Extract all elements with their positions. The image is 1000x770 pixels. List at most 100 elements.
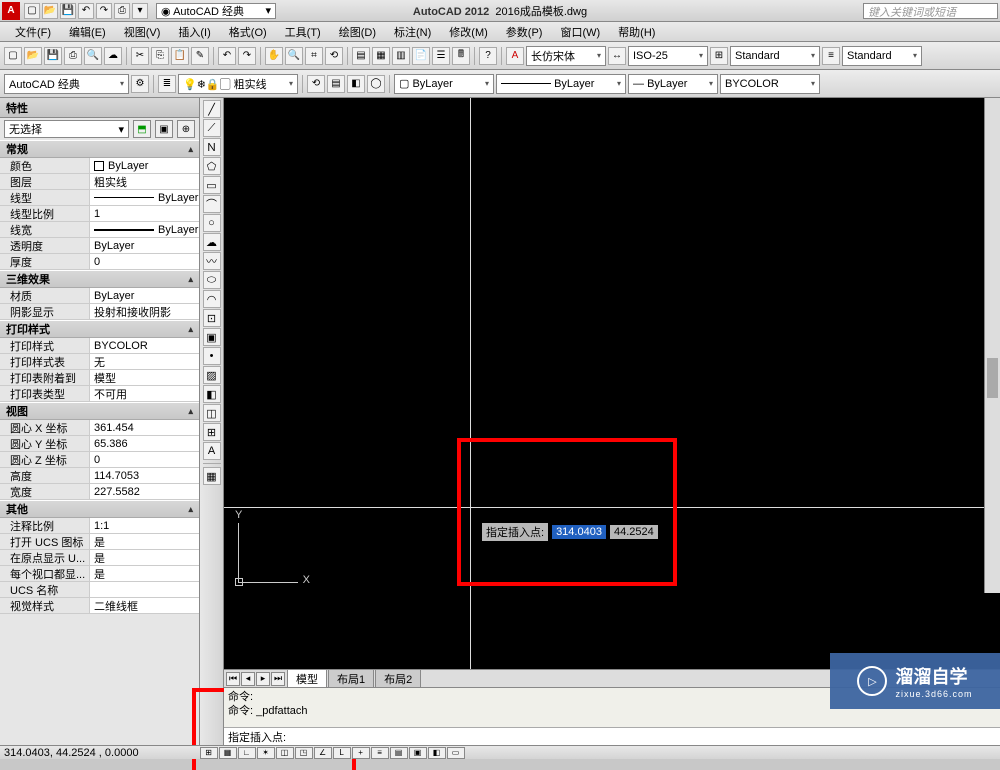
ortho-toggle[interactable]: ∟: [238, 747, 256, 759]
props-icon[interactable]: ▤: [352, 47, 370, 65]
otrack-toggle[interactable]: ∠: [314, 747, 332, 759]
table-style-icon[interactable]: ⊞: [710, 47, 728, 65]
dyn-input-y[interactable]: 44.2524: [610, 525, 658, 539]
help-icon[interactable]: ?: [479, 47, 497, 65]
grid-toggle[interactable]: ▦: [219, 747, 237, 759]
menu-insert[interactable]: 插入(I): [169, 24, 219, 40]
rectangle-icon[interactable]: ▭: [203, 176, 221, 194]
lineweight-combo[interactable]: — ByLayer▾: [628, 74, 718, 94]
dyn-input-x[interactable]: 314.0403: [552, 525, 606, 539]
prop-row[interactable]: 线型 ByLayer: [0, 190, 199, 206]
open-icon[interactable]: 📂: [24, 47, 42, 65]
pan-icon[interactable]: ✋: [265, 47, 283, 65]
prop-row[interactable]: 打印表附着到模型: [0, 370, 199, 386]
sheet-icon[interactable]: 📄: [412, 47, 430, 65]
addsel-icon[interactable]: ▦: [203, 467, 221, 485]
prop-row[interactable]: 透明度ByLayer: [0, 238, 199, 254]
prop-row[interactable]: 颜色ByLayer: [0, 158, 199, 174]
layer-state-icon[interactable]: ▤: [327, 75, 345, 93]
menu-window[interactable]: 窗口(W): [551, 24, 609, 40]
prop-value[interactable]: 粗实线: [90, 174, 199, 189]
undo-icon[interactable]: ↶: [218, 47, 236, 65]
tab-layout2[interactable]: 布局2: [375, 669, 421, 688]
menu-format[interactable]: 格式(O): [220, 24, 276, 40]
tpy-toggle[interactable]: ▤: [390, 747, 408, 759]
publish-icon[interactable]: ☁: [104, 47, 122, 65]
menu-draw[interactable]: 绘图(D): [330, 24, 385, 40]
table-combo[interactable]: Standard▾: [730, 46, 820, 66]
prop-value[interactable]: 不可用: [90, 386, 199, 401]
new-icon[interactable]: ▢: [4, 47, 22, 65]
prop-row[interactable]: 厚度0: [0, 254, 199, 270]
text-style-icon[interactable]: A: [506, 47, 524, 65]
ml-style-icon[interactable]: ≡: [822, 47, 840, 65]
3dosnap-toggle[interactable]: ◳: [295, 747, 313, 759]
workspace-selector[interactable]: ◉ AutoCAD 经典 ▾: [156, 3, 276, 19]
scrollbar-vertical[interactable]: [984, 98, 1000, 593]
circle-icon[interactable]: ○: [203, 214, 221, 232]
prop-value[interactable]: 114.7053: [90, 468, 199, 483]
prop-value[interactable]: [90, 582, 199, 597]
prop-value[interactable]: ByLayer: [90, 190, 199, 205]
prop-value[interactable]: 是: [90, 566, 199, 581]
insert-icon[interactable]: ⊡: [203, 309, 221, 327]
color-combo[interactable]: ▢ ByLayer▾: [394, 74, 494, 94]
layer-iso-icon[interactable]: ◧: [347, 75, 365, 93]
font-combo[interactable]: 长仿宋体▾: [526, 46, 606, 66]
prop-section-three_d[interactable]: 三维效果▴: [0, 270, 199, 288]
qat-more-icon[interactable]: ▾: [132, 3, 148, 19]
paste-icon[interactable]: 📋: [171, 47, 189, 65]
dim-combo[interactable]: ISO-25▾: [628, 46, 708, 66]
prop-row[interactable]: 阴影显示投射和接收阴影: [0, 304, 199, 320]
prop-row[interactable]: 线型比例1: [0, 206, 199, 222]
prop-row[interactable]: 每个视口都显...是: [0, 566, 199, 582]
prop-row[interactable]: 打印表类型不可用: [0, 386, 199, 402]
prop-value[interactable]: 0: [90, 254, 199, 269]
prop-row[interactable]: UCS 名称: [0, 582, 199, 598]
prop-section-misc[interactable]: 其他▴: [0, 500, 199, 518]
line-icon[interactable]: ╱: [203, 100, 221, 118]
prop-value[interactable]: 二维线框: [90, 598, 199, 613]
dim-style-icon[interactable]: ↔: [608, 47, 626, 65]
mtext-icon[interactable]: A: [203, 442, 221, 460]
prop-value[interactable]: ByLayer: [90, 288, 199, 303]
plotstyle-combo[interactable]: BYCOLOR▾: [720, 74, 820, 94]
drawing-canvas[interactable]: 指定插入点: 314.0403 44.2524 Y X: [224, 98, 1000, 669]
menu-param[interactable]: 参数(P): [497, 24, 552, 40]
markup-icon[interactable]: ☰: [432, 47, 450, 65]
gradient-icon[interactable]: ◧: [203, 385, 221, 403]
tool-pal-icon[interactable]: ▥: [392, 47, 410, 65]
help-search-input[interactable]: 键入关键词或短语: [863, 3, 998, 19]
layer-prev-icon[interactable]: ⟲: [307, 75, 325, 93]
prop-value[interactable]: 361.454: [90, 420, 199, 435]
prop-value[interactable]: 投射和接收阴影: [90, 304, 199, 319]
prop-value[interactable]: 1: [90, 206, 199, 221]
menu-dim[interactable]: 标注(N): [385, 24, 440, 40]
ducs-toggle[interactable]: L: [333, 747, 351, 759]
selection-combo[interactable]: 无选择▾: [4, 120, 129, 138]
xline-icon[interactable]: ⟋: [203, 119, 221, 137]
prop-value[interactable]: ByLayer: [90, 158, 199, 173]
tab-first-icon[interactable]: ⏮: [226, 672, 240, 686]
zoom-win-icon[interactable]: ⌗: [305, 47, 323, 65]
zoom-icon[interactable]: 🔍: [285, 47, 303, 65]
dc-icon[interactable]: ▦: [372, 47, 390, 65]
arc-icon[interactable]: ⌒: [203, 195, 221, 213]
prop-row[interactable]: 高度114.7053: [0, 468, 199, 484]
table-icon[interactable]: ⊞: [203, 423, 221, 441]
prop-value[interactable]: 无: [90, 354, 199, 369]
prop-section-view[interactable]: 视图▴: [0, 402, 199, 420]
layer-mgr-icon[interactable]: ≣: [158, 75, 176, 93]
tab-model[interactable]: 模型: [287, 669, 327, 688]
menu-help[interactable]: 帮助(H): [609, 24, 664, 40]
qat-new-icon[interactable]: ▢: [24, 3, 40, 19]
qp-toggle[interactable]: ▣: [409, 747, 427, 759]
tab-layout1[interactable]: 布局1: [328, 669, 374, 688]
ellipse-arc-icon[interactable]: ◠: [203, 290, 221, 308]
qat-print-icon[interactable]: ⎙: [114, 3, 130, 19]
calc-icon[interactable]: 🖩: [452, 47, 470, 65]
prop-row[interactable]: 圆心 X 坐标361.454: [0, 420, 199, 436]
block-icon[interactable]: ▣: [203, 328, 221, 346]
prop-row[interactable]: 注释比例1:1: [0, 518, 199, 534]
preview-icon[interactable]: 🔍: [84, 47, 102, 65]
